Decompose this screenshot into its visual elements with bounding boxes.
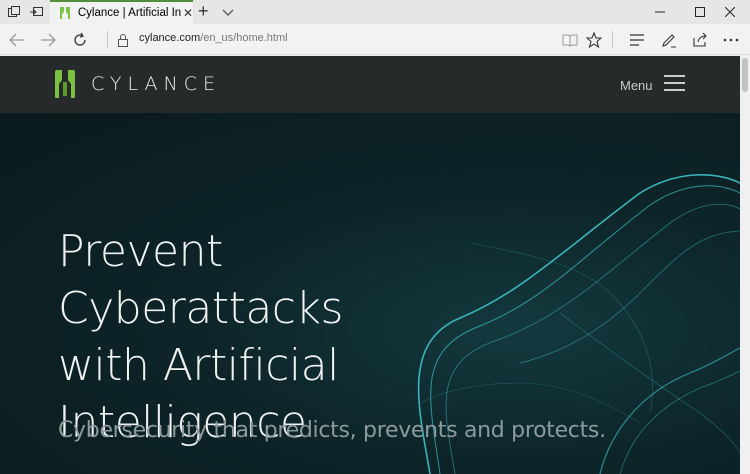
chevron-down-icon[interactable] bbox=[220, 4, 236, 20]
close-window-icon[interactable] bbox=[710, 0, 750, 24]
scrollbar-thumb[interactable] bbox=[742, 58, 748, 92]
url-domain: cylance.com bbox=[139, 32, 201, 44]
brand-wordmark[interactable]: CYLANCE bbox=[91, 73, 221, 95]
navigation-bar: cylance.com/en_us/home.html bbox=[0, 24, 750, 55]
separator bbox=[107, 31, 108, 48]
forward-icon[interactable] bbox=[39, 31, 57, 49]
hero-headline: Prevent Cyberattacks with Artificial Int… bbox=[58, 223, 418, 451]
cylance-favicon bbox=[59, 7, 70, 19]
tab-title: Cylance | Artificial Intelli bbox=[77, 7, 181, 19]
share-icon[interactable] bbox=[691, 31, 709, 49]
url-path: /en_us/home.html bbox=[200, 32, 288, 44]
separator bbox=[612, 31, 613, 48]
web-page: CYLANCE Menu Prevent Cyberattacks with A… bbox=[0, 56, 740, 474]
menu-button-label[interactable]: Menu bbox=[620, 78, 653, 93]
minimize-icon[interactable] bbox=[640, 0, 680, 24]
new-tab-icon[interactable]: + bbox=[198, 2, 209, 20]
hero-subheadline: Cybersecurity that predicts, prevents an… bbox=[58, 418, 606, 443]
headline-line: Cyberattacks bbox=[58, 283, 343, 334]
headline-line: Prevent bbox=[58, 226, 223, 277]
hamburger-icon[interactable] bbox=[664, 75, 685, 93]
favorite-star-icon[interactable] bbox=[585, 31, 603, 49]
reading-view-icon[interactable] bbox=[561, 31, 579, 49]
active-tab[interactable]: Cylance | Artificial Intelli ✕ bbox=[50, 0, 193, 24]
set-aside-tabs-icon[interactable] bbox=[28, 4, 44, 20]
web-note-icon[interactable] bbox=[660, 31, 678, 49]
refresh-icon[interactable] bbox=[71, 31, 89, 49]
tab-strip: Cylance | Artificial Intelli ✕ + bbox=[0, 0, 750, 24]
lock-icon[interactable] bbox=[114, 31, 132, 49]
headline-line: with Artificial bbox=[58, 340, 339, 391]
address-bar[interactable]: cylance.com/en_us/home.html bbox=[139, 32, 288, 44]
scrollbar[interactable] bbox=[740, 56, 750, 474]
more-icon[interactable] bbox=[722, 31, 740, 49]
cylance-logo-icon[interactable] bbox=[54, 70, 76, 98]
back-icon[interactable] bbox=[8, 31, 26, 49]
hub-icon[interactable] bbox=[628, 31, 646, 49]
site-header: CYLANCE Menu bbox=[0, 56, 740, 113]
close-icon[interactable]: ✕ bbox=[183, 7, 193, 19]
tab-manager-icon[interactable] bbox=[6, 4, 22, 20]
